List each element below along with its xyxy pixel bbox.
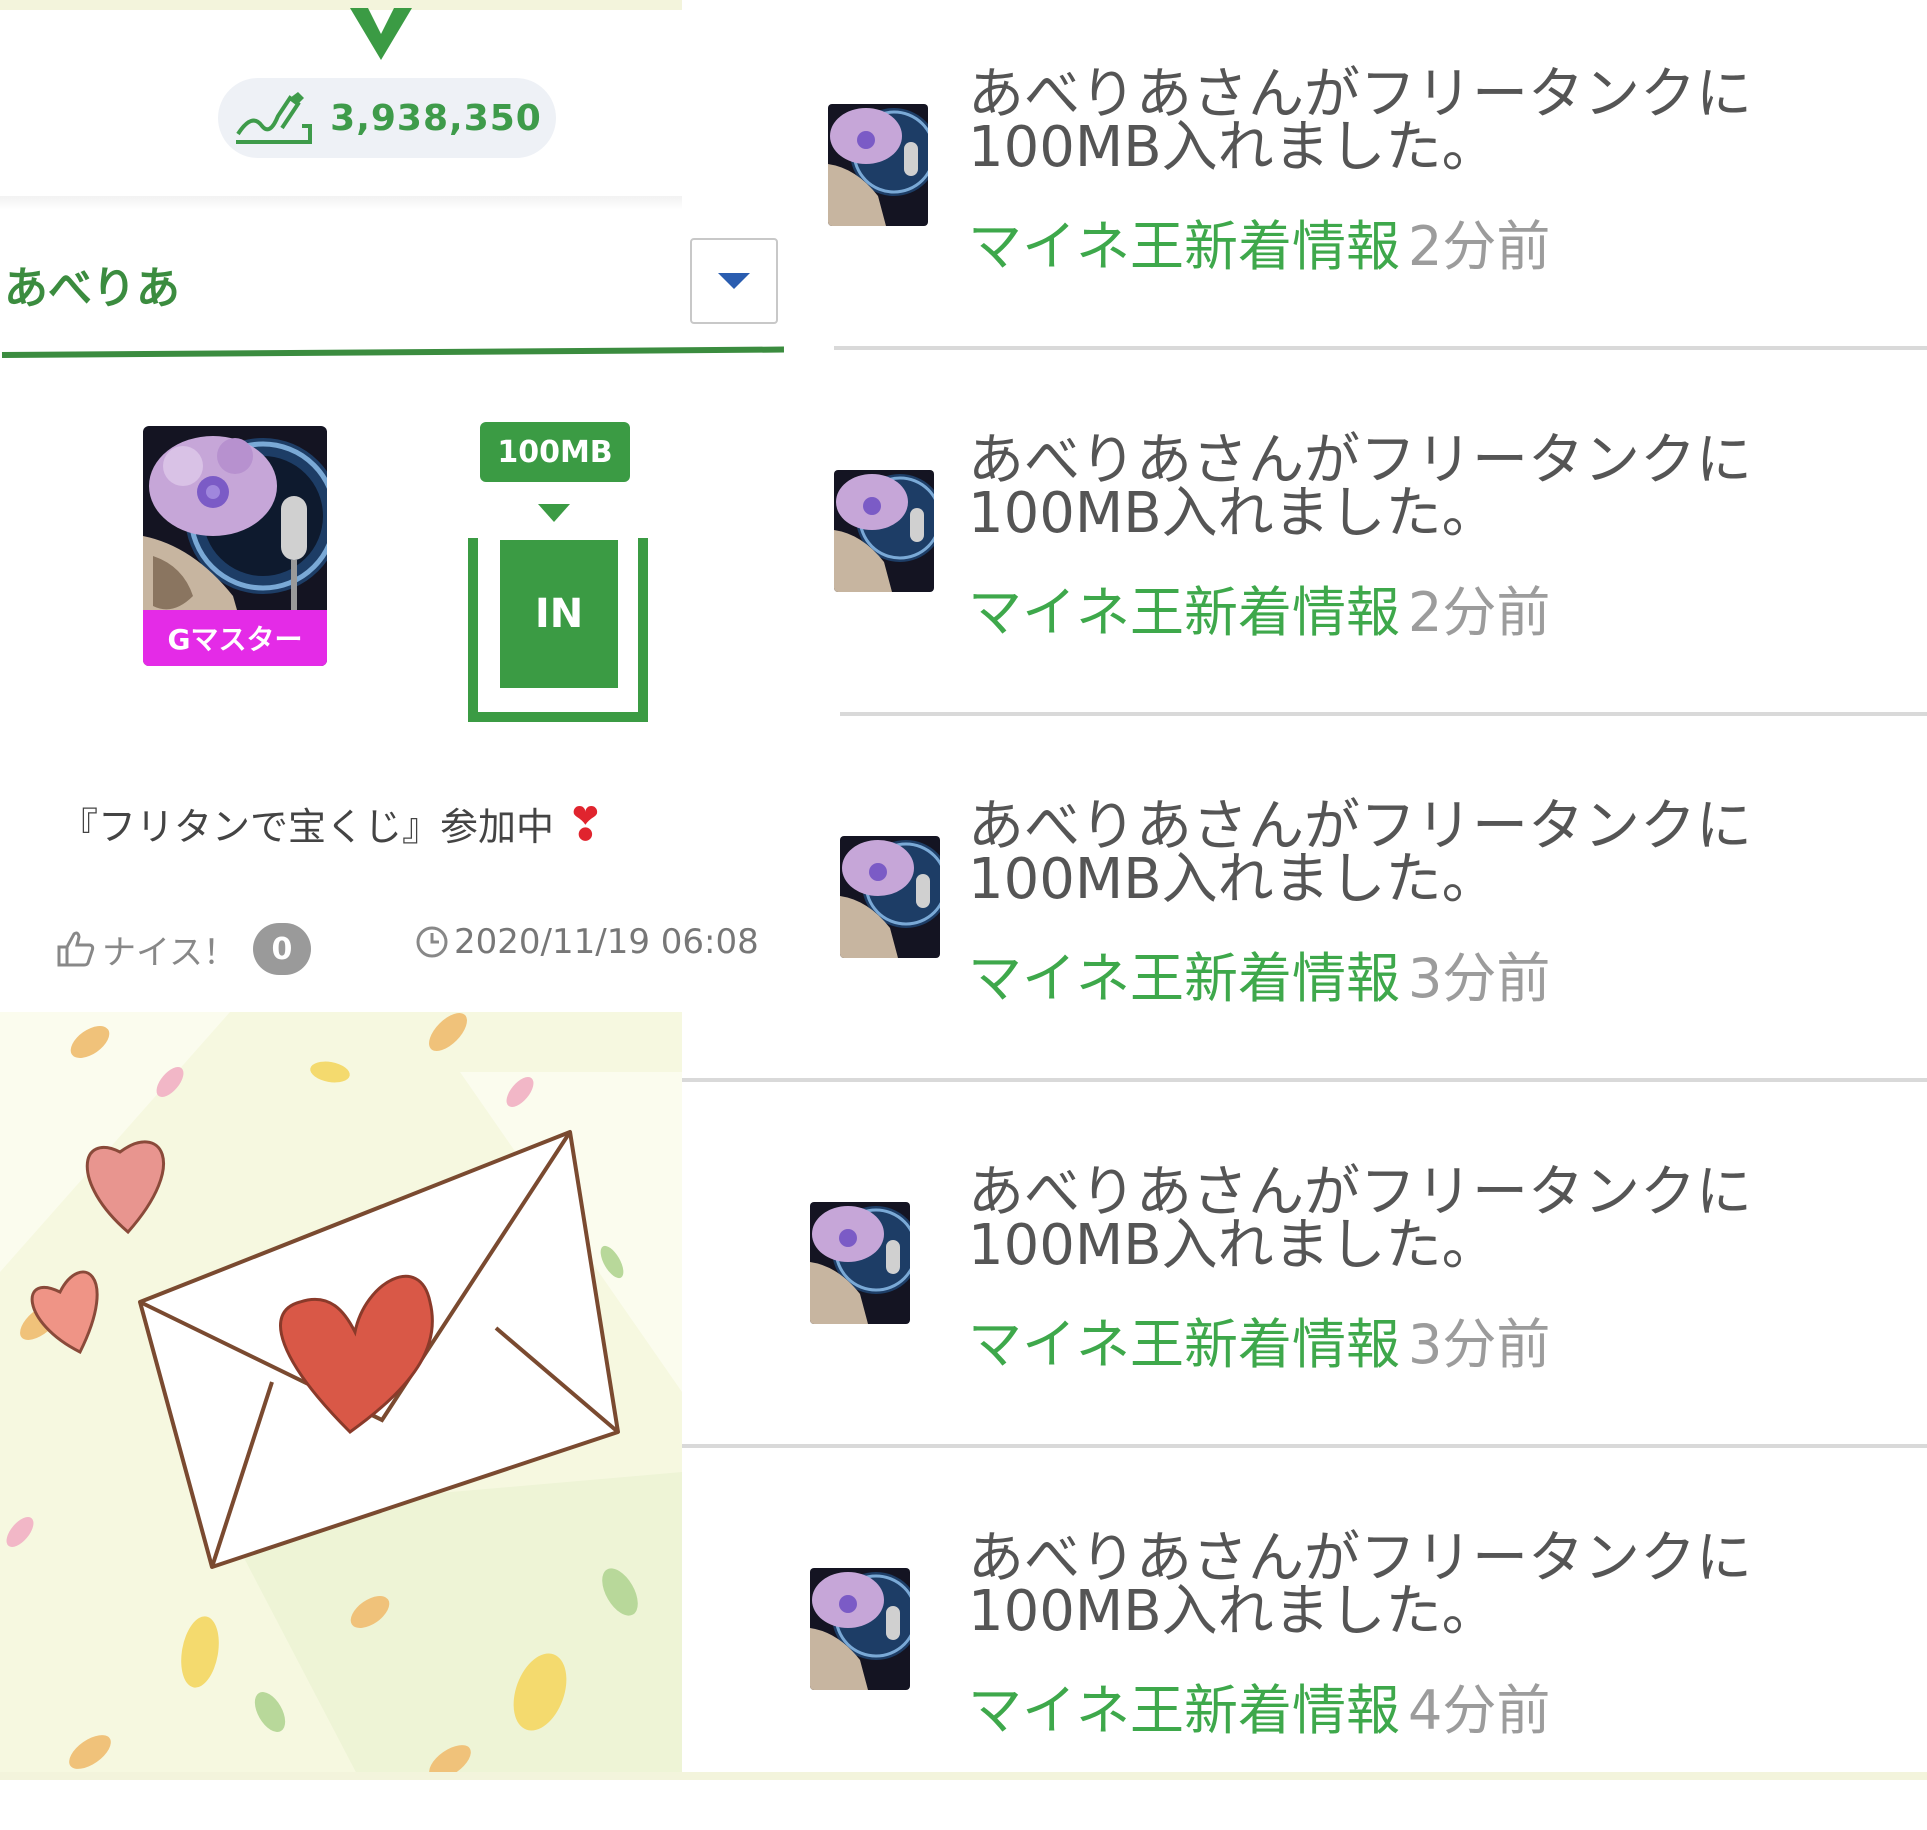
clock-icon bbox=[416, 926, 448, 958]
feed-message: あべりあさんがフリータンクに100MB入れました。 bbox=[968, 62, 1752, 180]
nice-button[interactable]: ナイス！ 0 bbox=[56, 920, 311, 978]
feed-time-ago: 2分前 bbox=[1408, 215, 1551, 278]
avatar[interactable] bbox=[840, 836, 940, 958]
feed-divider bbox=[682, 1078, 1927, 1082]
heart-exclamation-icon: ❣ bbox=[566, 797, 605, 851]
love-letter-illustration bbox=[0, 1012, 682, 1780]
feed-time-ago: 4分前 bbox=[1408, 1679, 1551, 1742]
section-shadow bbox=[0, 196, 682, 210]
nice-count: 0 bbox=[252, 923, 311, 975]
feed-source-link[interactable]: マイネ王新着情報 bbox=[968, 568, 1400, 647]
feed-item[interactable]: あべりあさんがフリータンクに100MB入れました。 マイネ王新着情報 3分前 bbox=[682, 1098, 1927, 1464]
tank-amount-label: 100MB bbox=[480, 422, 630, 482]
avatar[interactable] bbox=[828, 104, 928, 226]
rank-badge: Gマスター bbox=[143, 610, 327, 666]
nice-label: ナイス！ bbox=[102, 932, 237, 973]
feed-time-ago: 3分前 bbox=[1408, 947, 1551, 1010]
feed-source-link[interactable]: マイネ王新着情報 bbox=[968, 934, 1400, 1013]
avatar[interactable] bbox=[834, 470, 934, 592]
thumbs-up-icon bbox=[57, 931, 95, 967]
love-letter-image bbox=[0, 1012, 682, 1780]
feed-item[interactable]: あべりあさんがフリータンクに100MB入れました。 マイネ王新着情報 2分前 bbox=[682, 0, 1927, 366]
free-tank-status: IN bbox=[500, 540, 618, 688]
avatar-image bbox=[810, 1568, 910, 1690]
avatar-image bbox=[828, 104, 928, 226]
avatar[interactable] bbox=[810, 1202, 910, 1324]
bottom-background-strip bbox=[0, 1772, 1927, 1780]
feed-message: あべりあさんがフリータンクに100MB入れました。 bbox=[968, 794, 1752, 912]
feed-time-ago: 3分前 bbox=[1408, 1313, 1551, 1376]
feed-source-link[interactable]: マイネ王新着情報 bbox=[968, 1300, 1400, 1379]
news-feed: あべりあさんがフリータンクに100MB入れました。 マイネ王新着情報 2分前 あ… bbox=[682, 0, 1927, 1780]
chevron-down-icon bbox=[350, 8, 412, 60]
signature-icon bbox=[236, 92, 313, 144]
score-badge: 3,938,350 bbox=[218, 78, 556, 158]
arrow-down-icon bbox=[538, 504, 570, 522]
feed-divider bbox=[834, 346, 1927, 350]
post-text: 『フリタンで宝くじ』参加中 ❣ bbox=[60, 796, 605, 851]
profile-avatar[interactable]: Gマスター bbox=[143, 426, 327, 666]
feed-divider bbox=[682, 1444, 1927, 1448]
feed-item[interactable]: あべりあさんがフリータンクに100MB入れました。 マイネ王新着情報 2分前 bbox=[682, 366, 1927, 732]
feed-divider bbox=[840, 712, 1927, 716]
feed-source-link[interactable]: マイネ王新着情報 bbox=[968, 202, 1400, 281]
feed-item[interactable]: あべりあさんがフリータンクに100MB入れました。 マイネ王新着情報 3分前 bbox=[682, 732, 1927, 1098]
avatar[interactable] bbox=[810, 1568, 910, 1690]
score-value: 3,938,350 bbox=[330, 97, 542, 139]
avatar-image bbox=[840, 836, 940, 958]
top-background-strip bbox=[0, 0, 682, 10]
user-name[interactable]: あべりあ bbox=[4, 252, 180, 316]
avatar-image bbox=[834, 470, 934, 592]
feed-source-link[interactable]: マイネ王新着情報 bbox=[968, 1666, 1400, 1745]
feed-time-ago: 2分前 bbox=[1408, 581, 1551, 644]
post-body: 『フリタンで宝くじ』参加中 bbox=[60, 805, 555, 849]
feed-message: あべりあさんがフリータンクに100MB入れました。 bbox=[968, 1160, 1752, 1278]
avatar-image bbox=[810, 1202, 910, 1324]
feed-message: あべりあさんがフリータンクに100MB入れました。 bbox=[968, 428, 1752, 546]
feed-message: あべりあさんがフリータンクに100MB入れました。 bbox=[968, 1526, 1752, 1644]
header-divider bbox=[1, 346, 785, 358]
